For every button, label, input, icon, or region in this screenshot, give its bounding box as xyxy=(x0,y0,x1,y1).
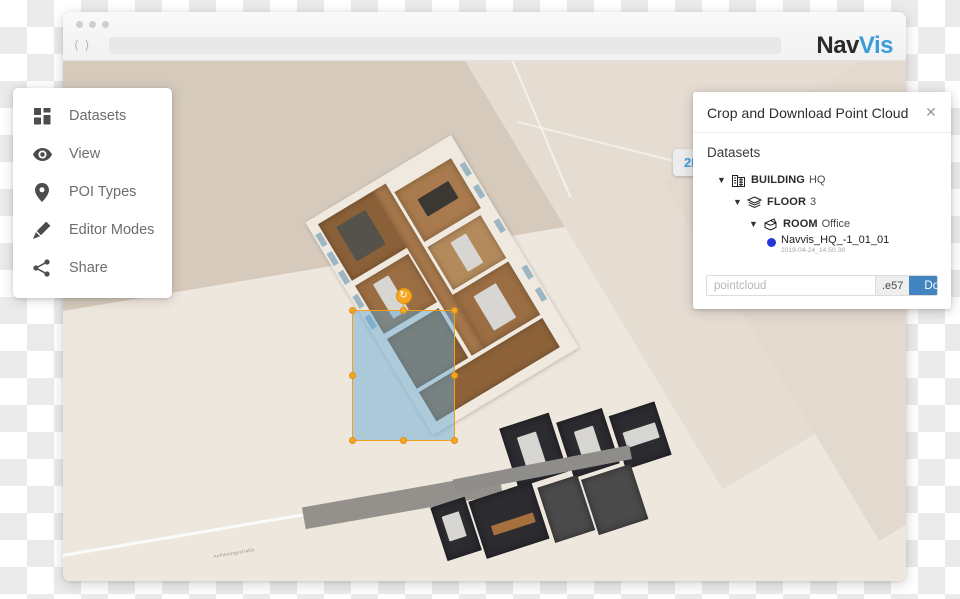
crop-download-panel: Crop and Download Point Cloud ✕ Datasets… xyxy=(693,92,951,309)
furniture xyxy=(417,180,459,217)
rotate-handle-icon[interactable]: ↻ xyxy=(395,288,412,304)
logo-text-nav: Nav xyxy=(816,32,859,59)
chevron-down-icon[interactable]: ▼ xyxy=(747,219,760,229)
chevron-down-icon[interactable]: ▼ xyxy=(715,175,728,185)
menu-item-label: View xyxy=(69,146,101,162)
navvis-logo: NavVis xyxy=(816,34,893,58)
menu-item-label: Editor Modes xyxy=(69,222,155,238)
logo-text-vis: Vis xyxy=(858,32,894,59)
menu-item-label: POI Types xyxy=(69,184,137,200)
tree-row-room[interactable]: ▼ ROOM Office xyxy=(707,213,937,235)
file-extension-label: .e57 xyxy=(875,276,910,295)
tree-node-name: HQ xyxy=(808,174,826,186)
crop-handle-middle-left[interactable] xyxy=(349,371,356,379)
tree-row-dataset[interactable]: Navvis_HQ_-1_01_01 2019-04-24_14.50.38 xyxy=(707,234,937,261)
dataset-dot-icon xyxy=(767,238,776,247)
pencil-icon xyxy=(31,219,53,241)
crop-handle-bottom-right[interactable] xyxy=(451,437,458,444)
chevron-down-icon[interactable]: ▼ xyxy=(731,197,744,207)
layers-icon xyxy=(744,195,764,209)
download-button[interactable]: Download xyxy=(909,276,937,295)
furniture xyxy=(336,209,386,262)
side-menu-panel: Datasets View POI Types Editor Modes Sha… xyxy=(13,88,172,298)
menu-item-label: Share xyxy=(69,260,108,276)
datasets-section-label: Datasets xyxy=(707,145,761,160)
furniture xyxy=(441,511,467,542)
tree-node-type: BUILDING xyxy=(751,174,805,186)
download-row: .e57 Download xyxy=(706,275,938,296)
maximize-window-dot[interactable] xyxy=(102,21,109,28)
dataset-timestamp: 2019-04-24_14.50.38 xyxy=(781,246,846,254)
grid-dashboard-icon xyxy=(31,105,53,127)
furniture xyxy=(473,283,517,331)
dataset-texts: Navvis_HQ_-1_01_01 2019-04-24_14.50.38 xyxy=(781,234,890,254)
panel-title: Crop and Download Point Cloud xyxy=(707,105,909,121)
building-icon xyxy=(728,174,748,187)
tree-node-type: ROOM xyxy=(783,218,818,230)
crop-selection-box[interactable]: ↻ xyxy=(349,288,458,444)
address-bar[interactable] xyxy=(109,37,781,54)
tree-node-name: 3 xyxy=(810,196,817,208)
close-window-dot[interactable] xyxy=(76,21,83,28)
furniture xyxy=(622,422,660,449)
tree-row-floor[interactable]: ▼ FLOOR 3 xyxy=(707,191,937,213)
crop-handle-bottom-left[interactable] xyxy=(349,437,356,444)
map-pin-icon xyxy=(31,181,53,203)
menu-item-label: Datasets xyxy=(69,108,127,124)
share-icon xyxy=(31,257,53,279)
forward-icon[interactable]: ⟩ xyxy=(85,39,90,51)
eye-icon xyxy=(31,143,53,165)
crop-handle-top-left[interactable] xyxy=(349,307,356,314)
menu-item-poi-types[interactable]: POI Types xyxy=(13,173,172,211)
dataset-name: Navvis_HQ_-1_01_01 xyxy=(781,234,890,246)
panel-body: Datasets ▼ BUILDING HQ ▼ FLOOR 3 ▼ ROOM … xyxy=(693,133,951,261)
room-box-icon xyxy=(760,217,780,231)
close-icon[interactable]: ✕ xyxy=(923,104,939,120)
furniture xyxy=(490,512,536,536)
crop-handle-top-right[interactable] xyxy=(451,307,458,314)
furniture xyxy=(450,233,484,272)
crop-handle-bottom-center[interactable] xyxy=(399,437,407,444)
menu-item-datasets[interactable]: Datasets xyxy=(13,97,172,135)
tree-node-name: Office xyxy=(821,218,851,230)
crop-handle-top-center[interactable] xyxy=(399,307,407,314)
back-icon[interactable]: ⟨ xyxy=(74,39,79,51)
filename-input[interactable] xyxy=(707,276,875,295)
menu-item-share[interactable]: Share xyxy=(13,249,172,287)
window-controls xyxy=(76,21,109,28)
crop-handle-middle-right[interactable] xyxy=(451,371,458,379)
browser-chrome: ⟨ ⟩ NavVis xyxy=(63,12,906,61)
browser-nav: ⟨ ⟩ xyxy=(74,39,89,51)
tree-node-type: FLOOR xyxy=(767,196,806,208)
tree-row-building[interactable]: ▼ BUILDING HQ xyxy=(707,169,937,191)
menu-item-editor-modes[interactable]: Editor Modes xyxy=(13,211,172,249)
minimize-window-dot[interactable] xyxy=(89,21,96,28)
panel-header: Crop and Download Point Cloud ✕ xyxy=(693,92,951,133)
menu-item-view[interactable]: View xyxy=(13,135,172,173)
